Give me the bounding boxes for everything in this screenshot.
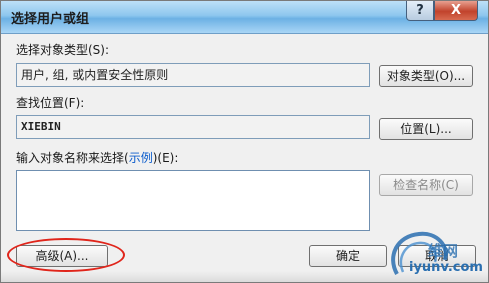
help-button[interactable]: ? — [406, 1, 434, 21]
object-type-field: 用户, 组, 或内置安全性原则 — [16, 63, 370, 87]
advanced-button-highlight-ring — [7, 238, 125, 272]
watermark-text-top: 维网 — [428, 242, 459, 260]
location-label: 查找位置(F): — [16, 96, 85, 110]
watermark-text-bottom: iyunv.com — [409, 260, 483, 275]
title-bar[interactable]: 选择用户或组 ? X — [1, 1, 488, 34]
ok-button[interactable]: 确定 — [309, 245, 387, 267]
check-names-button[interactable]: 检查名称(C) — [379, 174, 473, 196]
examples-link[interactable]: 示例 — [129, 151, 153, 165]
object-type-label: 选择对象类型(S): — [16, 43, 110, 57]
object-types-button[interactable]: 对象类型(O)... — [379, 65, 473, 87]
dialog-title: 选择用户或组 — [11, 12, 90, 27]
close-button[interactable]: X — [434, 1, 478, 21]
object-names-label-suffix: )(E): — [152, 151, 179, 165]
object-names-input[interactable] — [16, 170, 370, 231]
locations-button[interactable]: 位置(L)... — [379, 118, 473, 140]
location-field: XIEBIN — [16, 115, 370, 139]
object-names-label-text: 输入对象名称来选择( — [16, 151, 129, 165]
object-names-label: 输入对象名称来选择(示例)(E): — [16, 149, 178, 166]
